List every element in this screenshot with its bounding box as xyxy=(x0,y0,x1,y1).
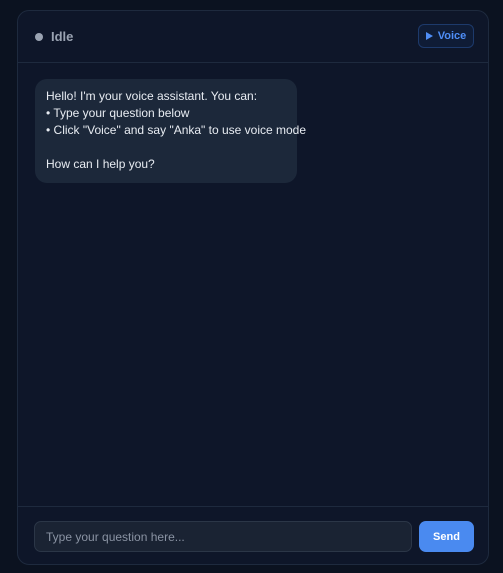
message-line: • Click "Voice" and say "Anka" to use vo… xyxy=(46,123,307,137)
voice-button-label: Voice xyxy=(437,30,467,42)
status-label: Idle xyxy=(51,29,74,44)
message-line: How can I help you? xyxy=(46,157,155,171)
assistant-message: Hello! I'm your voice assistant. You can… xyxy=(35,79,307,183)
play-icon xyxy=(425,32,433,40)
send-button[interactable]: Send xyxy=(419,521,474,552)
message-line xyxy=(46,139,286,156)
status-dot-icon xyxy=(35,33,43,41)
question-input[interactable] xyxy=(34,521,412,552)
message-line: • Type your question below xyxy=(46,106,190,120)
voice-button[interactable]: Voice xyxy=(418,24,474,48)
message-list: Hello! I'm your voice assistant. You can… xyxy=(18,63,488,506)
composer: Send xyxy=(18,506,488,564)
message-line: Hello! I'm your voice assistant. You can… xyxy=(46,89,258,103)
chat-window: Idle Voice Hello! I'm your voice assista… xyxy=(17,10,489,565)
chat-header: Idle Voice xyxy=(18,11,488,63)
